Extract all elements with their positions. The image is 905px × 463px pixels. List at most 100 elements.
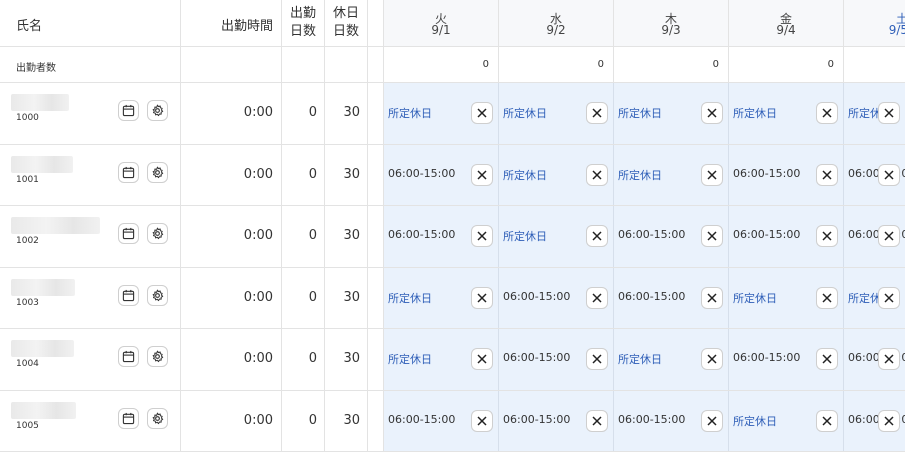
- clear-shift-button[interactable]: [878, 409, 900, 432]
- clear-shift-button[interactable]: [878, 102, 900, 124]
- shift-cell[interactable]: 所定休日: [614, 83, 729, 144]
- header-day[interactable]: 金 9/4: [729, 0, 844, 46]
- calendar-button[interactable]: [118, 100, 139, 121]
- calendar-button[interactable]: [118, 284, 139, 306]
- clear-shift-button[interactable]: [701, 286, 723, 309]
- header-day[interactable]: 水 9/2: [499, 0, 614, 46]
- clear-shift-button[interactable]: [816, 286, 838, 309]
- clear-shift-button[interactable]: [701, 348, 723, 370]
- settings-button[interactable]: [147, 407, 168, 429]
- clear-shift-button[interactable]: [586, 163, 608, 186]
- clear-shift-button[interactable]: [471, 286, 493, 309]
- clear-shift-button[interactable]: [701, 102, 723, 124]
- shift-cell[interactable]: 所定休日: [729, 267, 844, 328]
- clear-shift-button[interactable]: [878, 225, 900, 247]
- off-days-value: 30: [343, 289, 360, 305]
- clear-shift-button[interactable]: [701, 409, 723, 432]
- clear-shift-button[interactable]: [701, 163, 723, 186]
- shift-cell[interactable]: 所定休日: [729, 390, 844, 451]
- clear-shift-button[interactable]: [471, 348, 493, 370]
- clear-shift-button[interactable]: [816, 163, 838, 186]
- settings-button[interactable]: [147, 346, 168, 367]
- clear-shift-button[interactable]: [586, 102, 608, 124]
- shift-cell[interactable]: 06:00-15:00: [614, 390, 729, 451]
- clear-shift-button[interactable]: [878, 163, 900, 186]
- shift-label: 06:00-15:00: [618, 412, 686, 426]
- shift-cell[interactable]: 06:00-15:00: [844, 390, 905, 451]
- close-icon: [884, 292, 894, 303]
- employee-name-redacted: [11, 278, 75, 296]
- clear-shift-button[interactable]: [471, 225, 493, 247]
- header-work-days-label-1: 出勤: [289, 6, 316, 21]
- header-name-label: 氏名: [16, 19, 43, 34]
- shift-cell[interactable]: 06:00-15:00: [384, 206, 499, 267]
- close-icon: [707, 108, 717, 118]
- shift-cell[interactable]: 所定休日: [384, 83, 499, 144]
- header-day[interactable]: 土 9/5: [844, 0, 905, 46]
- shift-cell[interactable]: 所定休日: [384, 267, 499, 328]
- clear-shift-button[interactable]: [816, 225, 838, 247]
- shift-label: 所定休日: [618, 107, 662, 120]
- header-work-time: 出勤時間: [181, 0, 282, 46]
- shift-cell[interactable]: 所定休日: [844, 83, 905, 144]
- shift-cell[interactable]: 06:00-15:00: [499, 267, 614, 328]
- shift-cell[interactable]: 06:00-15:00: [844, 144, 905, 205]
- header-off-days-label-1: 休日: [332, 6, 359, 21]
- shift-cell[interactable]: 06:00-15:00: [729, 329, 844, 390]
- settings-button[interactable]: [147, 223, 168, 244]
- shift-cell[interactable]: 所定休日: [499, 83, 614, 144]
- shift-cell[interactable]: 06:00-15:00: [614, 267, 729, 328]
- empty-cell: [282, 47, 325, 82]
- clear-shift-button[interactable]: [586, 348, 608, 370]
- calendar-icon: [122, 412, 135, 425]
- clear-shift-button[interactable]: [816, 409, 838, 432]
- settings-button[interactable]: [147, 100, 168, 121]
- clear-shift-button[interactable]: [586, 286, 608, 309]
- shift-cell[interactable]: 所定休日: [499, 144, 614, 205]
- shift-cell[interactable]: 06:00-15:00: [844, 329, 905, 390]
- work-days-cell: 0: [282, 144, 325, 205]
- shift-cell[interactable]: 06:00-15:00: [384, 390, 499, 451]
- settings-button[interactable]: [147, 161, 168, 183]
- calendar-button[interactable]: [118, 161, 139, 183]
- header-day[interactable]: 木 9/3: [614, 0, 729, 46]
- clear-shift-button[interactable]: [878, 348, 900, 370]
- work-days-cell: 0: [282, 206, 325, 267]
- shift-cell[interactable]: 06:00-15:00: [729, 206, 844, 267]
- close-icon: [822, 415, 832, 426]
- shift-cell[interactable]: 所定休日: [844, 267, 905, 328]
- work-days-cell: 0: [282, 83, 325, 144]
- shift-cell[interactable]: 06:00-15:00: [844, 206, 905, 267]
- work-days-cell: 0: [282, 390, 325, 451]
- clear-shift-button[interactable]: [586, 409, 608, 432]
- calendar-button[interactable]: [118, 407, 139, 429]
- employee-row: 1005 0:00 0 30 06:00-15:00 06:00-15:00 0…: [0, 390, 905, 452]
- clear-shift-button[interactable]: [586, 225, 608, 247]
- close-icon: [707, 415, 717, 426]
- clear-shift-button[interactable]: [471, 163, 493, 186]
- shift-cell[interactable]: 06:00-15:00: [384, 144, 499, 205]
- shift-cell[interactable]: 所定休日: [499, 206, 614, 267]
- calendar-button[interactable]: [118, 223, 139, 244]
- clear-shift-button[interactable]: [816, 348, 838, 370]
- shift-cell[interactable]: 所定休日: [729, 83, 844, 144]
- shift-cell[interactable]: 06:00-15:00: [499, 390, 614, 451]
- close-icon: [477, 108, 487, 118]
- shift-cell[interactable]: 06:00-15:00: [729, 144, 844, 205]
- shift-cell[interactable]: 06:00-15:00: [499, 329, 614, 390]
- clear-shift-button[interactable]: [471, 409, 493, 432]
- shift-cell[interactable]: 所定休日: [614, 144, 729, 205]
- clear-shift-button[interactable]: [816, 102, 838, 124]
- header-day[interactable]: 火 9/1: [384, 0, 499, 46]
- clear-shift-button[interactable]: [878, 286, 900, 309]
- employee-name-redacted: [11, 340, 74, 357]
- shift-cell[interactable]: 所定休日: [384, 329, 499, 390]
- day-date: 9/3: [661, 23, 681, 37]
- calendar-button[interactable]: [118, 346, 139, 367]
- close-icon: [884, 169, 894, 180]
- settings-button[interactable]: [147, 284, 168, 306]
- shift-cell[interactable]: 06:00-15:00: [614, 206, 729, 267]
- clear-shift-button[interactable]: [701, 225, 723, 247]
- shift-cell[interactable]: 所定休日: [614, 329, 729, 390]
- clear-shift-button[interactable]: [471, 102, 493, 124]
